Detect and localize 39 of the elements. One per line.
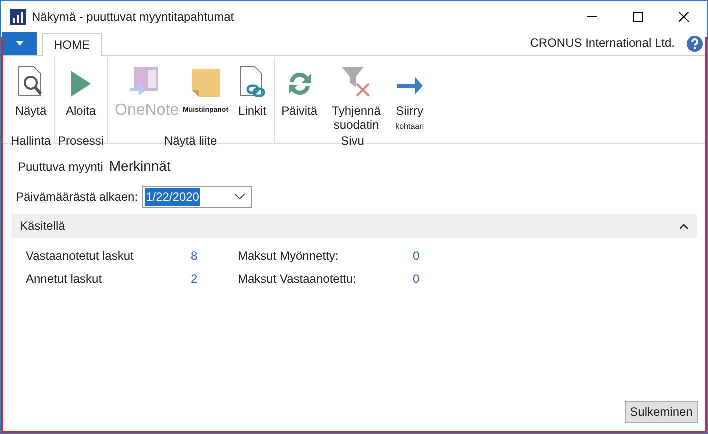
help-icon [687, 36, 703, 52]
count-link[interactable]: 0 [413, 270, 420, 288]
company-name: CRONUS International Ltd. [530, 35, 675, 52]
ribbon-button[interactable]: Päivitä [278, 58, 322, 134]
count-link[interactable]: 8 [191, 247, 198, 265]
chevron-down-icon [235, 194, 246, 200]
ribbon-button[interactable]: Tyhjennä suodatin [324, 58, 390, 134]
window-title: Näkymä - puuttuvat myyntitapahtumat [32, 9, 234, 26]
dropdown-icon [16, 41, 24, 46]
ribbon-button[interactable]: Siirry kohtaan [392, 58, 428, 134]
field-label: Vastaanotetut laskut [26, 248, 135, 265]
chevron-up-icon [680, 224, 688, 228]
ribbon-button[interactable]: Näytä [11, 58, 51, 134]
play-icon [69, 70, 94, 98]
maximize-icon [633, 12, 643, 22]
section-header[interactable]: Käsitellä [11, 214, 697, 238]
app-logo-icon [10, 9, 26, 25]
ribbon-group-label: Hallinta [11, 133, 52, 150]
field-label: Annetut laskut [26, 271, 104, 288]
close-page-button[interactable]: Sulkeminen [625, 401, 698, 423]
field-label: Maksut Myönnetty: [238, 248, 340, 265]
field-label: Maksut Vastaanotettu: [238, 271, 358, 288]
link-page-icon [238, 66, 267, 98]
page-title: Merkinnät [109, 157, 171, 176]
field-label: Päivämäärästä alkaen: [16, 189, 138, 206]
close-icon [679, 12, 689, 22]
page-caption: Puuttuva myynti [18, 159, 104, 176]
date-field[interactable]: 1/22/2020 [142, 186, 252, 208]
ribbon-group-label: Sivu [341, 133, 364, 150]
ribbon-button[interactable]: Linkit [234, 58, 271, 134]
notebook-icon [128, 66, 160, 98]
sticky-note-icon [190, 68, 221, 98]
count-link[interactable]: 2 [191, 270, 198, 288]
ribbon-tab[interactable]: HOME [42, 33, 102, 56]
ribbon-group-label: Prosessi [58, 133, 104, 150]
ribbon-button[interactable]: Aloita [62, 58, 100, 134]
count-link[interactable]: 0 [413, 247, 420, 265]
ribbon-group-label: Näytä liite [164, 133, 218, 150]
app-menu-button[interactable] [2, 32, 37, 55]
